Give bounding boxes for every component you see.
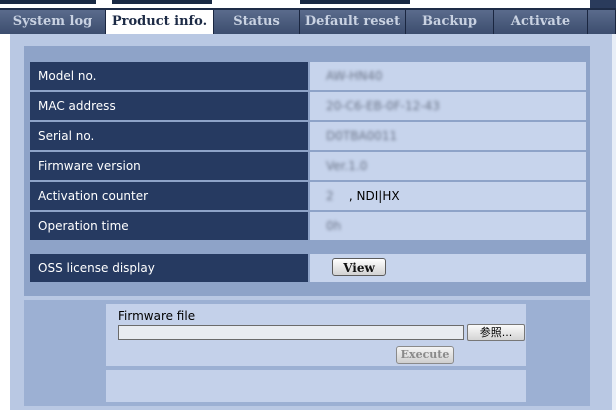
view-button[interactable]: View — [332, 258, 386, 276]
activation-counter-value: 2 — [326, 189, 334, 203]
row-value: D0TBA0011 — [310, 122, 586, 150]
top-strip — [0, 0, 616, 8]
tab-backup[interactable]: Backup — [406, 10, 494, 34]
content-panel: Model no. AW-HN40 MAC address 20-C6-EB-0… — [10, 34, 616, 410]
activation-counter-suffix: , NDI|HX — [348, 189, 400, 203]
row-value: AW-HN40 — [310, 62, 586, 90]
tab-bar: System log Product info. Status Default … — [0, 8, 616, 34]
tab-default-reset[interactable]: Default reset — [300, 10, 406, 34]
firmware-file-label: Firmware file — [118, 309, 196, 323]
row-operation-time: Operation time 0h — [30, 212, 586, 240]
mac-address-value: 20-C6-EB-0F-12-43 — [326, 99, 440, 113]
row-value: 2 , NDI|HX — [310, 182, 586, 210]
browse-button[interactable]: 参照... — [467, 324, 525, 341]
row-value: 0h — [310, 212, 586, 240]
firmware-update-section: Firmware file 参照... Execute — [24, 300, 590, 406]
row-label: Firmware version — [30, 152, 308, 180]
row-label: Operation time — [30, 212, 308, 240]
top-strip-segment — [112, 0, 212, 4]
tab-system-log[interactable]: System log — [0, 10, 106, 34]
row-serial-no: Serial no. D0TBA0011 — [30, 122, 586, 150]
row-value: View — [310, 254, 586, 282]
top-strip-segment — [590, 0, 616, 8]
operation-time-value: 0h — [326, 219, 342, 233]
row-activation-counter: Activation counter 2 , NDI|HX — [30, 182, 586, 210]
product-info-table: Model no. AW-HN40 MAC address 20-C6-EB-0… — [24, 46, 590, 296]
model-no-value: AW-HN40 — [326, 69, 383, 83]
firmware-version-value: Ver.1.0 — [326, 159, 368, 173]
row-model-no: Model no. AW-HN40 — [30, 62, 586, 90]
row-label: OSS license display — [30, 254, 308, 282]
top-strip-segment — [300, 0, 410, 4]
firmware-file-box: Firmware file 参照... Execute — [106, 304, 526, 366]
row-mac-address: MAC address 20-C6-EB-0F-12-43 — [30, 92, 586, 120]
message-area — [106, 370, 526, 402]
tab-more[interactable] — [588, 10, 616, 34]
execute-button[interactable]: Execute — [396, 346, 454, 364]
row-firmware-version: Firmware version Ver.1.0 — [30, 152, 586, 180]
row-label: Serial no. — [30, 122, 308, 150]
right-edge — [612, 34, 616, 410]
tab-activate[interactable]: Activate — [494, 10, 588, 34]
row-oss-license: OSS license display View — [30, 254, 586, 282]
tab-product-info[interactable]: Product info. — [106, 10, 214, 34]
row-value: Ver.1.0 — [310, 152, 586, 180]
top-strip-segment — [0, 0, 96, 4]
firmware-file-input[interactable] — [118, 325, 464, 340]
row-label: MAC address — [30, 92, 308, 120]
row-label: Model no. — [30, 62, 308, 90]
tab-status[interactable]: Status — [214, 10, 300, 34]
row-value: 20-C6-EB-0F-12-43 — [310, 92, 586, 120]
serial-no-value: D0TBA0011 — [326, 129, 398, 143]
row-label: Activation counter — [30, 182, 308, 210]
